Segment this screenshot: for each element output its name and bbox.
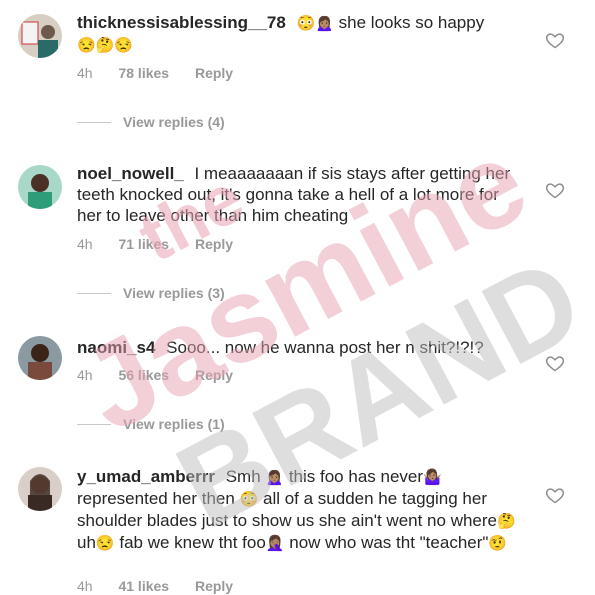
comment-body: noel_nowell_ I meaaaaaaan if sis stays a… (77, 163, 517, 226)
reply-button[interactable]: Reply (195, 65, 233, 81)
avatar[interactable] (18, 165, 62, 209)
comment-meta: 4h 56 likes Reply (77, 367, 255, 383)
divider-line (77, 423, 111, 425)
view-replies-button[interactable]: View replies (3) (77, 285, 225, 301)
comment-text: now who was tht "teacher" (289, 533, 489, 552)
comment-username[interactable]: y_umad_amberrr (77, 467, 215, 486)
view-replies-label: View replies (4) (123, 114, 225, 130)
like-heart-icon[interactable] (545, 485, 565, 505)
comment-emoji: 🤦🏽‍♀️ (265, 535, 285, 552)
comment-meta: 4h 78 likes Reply (77, 65, 255, 81)
like-heart-icon[interactable] (545, 180, 565, 200)
comment-likes[interactable]: 71 likes (118, 236, 169, 252)
comment-meta: 4h 71 likes Reply (77, 236, 255, 252)
comment-body: naomi_s4 Sooo... now he wanna post her n… (77, 337, 517, 358)
comment-username[interactable]: thicknessisablessing__78 (77, 13, 286, 32)
comment-time: 4h (77, 578, 93, 594)
avatar[interactable] (18, 336, 62, 380)
woman-with-poster-avatar-icon (18, 14, 62, 58)
woman-avatar-icon (18, 467, 62, 511)
comment-meta: 4h 41 likes Reply (77, 578, 255, 594)
comment-text: Smh (225, 467, 261, 486)
like-heart-icon[interactable] (545, 353, 565, 373)
woman-avatar-icon (18, 336, 62, 380)
avatar[interactable] (18, 14, 62, 58)
comment-body: y_umad_amberrr Smh 🙍🏽‍♀️ this foo has ne… (77, 466, 517, 554)
like-heart-icon[interactable] (545, 30, 565, 50)
reply-button[interactable]: Reply (195, 367, 233, 383)
view-replies-label: View replies (1) (123, 416, 225, 432)
avatar[interactable] (18, 467, 62, 511)
divider-line (77, 121, 111, 123)
divider-line (77, 292, 111, 294)
comment-username[interactable]: noel_nowell_ (77, 164, 184, 183)
comment-likes[interactable]: 78 likes (118, 65, 169, 81)
woman-avatar-icon (18, 165, 62, 209)
comment-text: she looks so happy (338, 13, 485, 32)
comment-emoji: 🤷🏽‍♀️ (423, 469, 442, 486)
comment-body: thicknessisablessing__78 😳🙍🏽‍♀️ she look… (77, 12, 517, 56)
comment-text: Sooo... now he wanna post her n shit?!?!… (166, 338, 484, 357)
comment-likes[interactable]: 56 likes (118, 367, 169, 383)
comment-emoji: 😒 (95, 535, 115, 552)
comment-text: uh (77, 533, 96, 552)
comment-likes[interactable]: 41 likes (118, 578, 169, 594)
view-replies-button[interactable]: View replies (4) (77, 114, 225, 130)
comment-username[interactable]: naomi_s4 (77, 338, 155, 357)
comment-emoji: 😳 (239, 491, 259, 508)
comment-emoji: 🤔 (497, 513, 516, 530)
comment-time: 4h (77, 367, 93, 383)
comment-emoji: 🤨 (488, 535, 508, 552)
reply-button[interactable]: Reply (195, 578, 233, 594)
comment-time: 4h (77, 65, 93, 81)
comment-text: represented her then (77, 489, 235, 508)
comment-time: 4h (77, 236, 93, 252)
view-replies-label: View replies (3) (123, 285, 225, 301)
reply-button[interactable]: Reply (195, 236, 233, 252)
comment-text: fab we knew tht foo (119, 533, 266, 552)
view-replies-button[interactable]: View replies (1) (77, 416, 225, 432)
comment-emoji: 😒🤔😒 (77, 37, 134, 54)
comment-emoji: 🙍🏽‍♀️ (265, 469, 285, 486)
comment-emoji: 😳🙍🏽‍♀️ (296, 15, 334, 32)
comment-text: this foo has never (288, 467, 424, 486)
